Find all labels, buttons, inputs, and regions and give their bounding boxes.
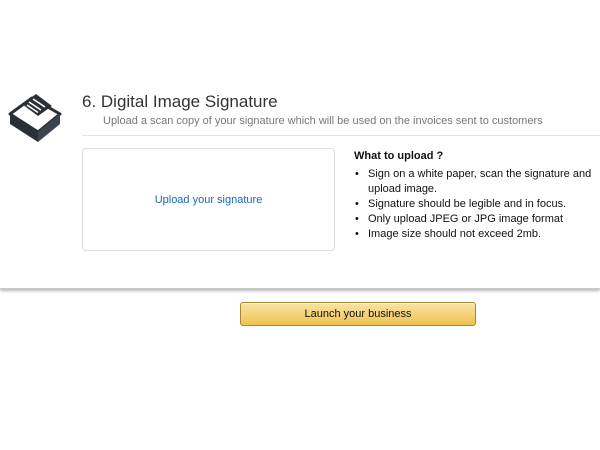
bullet-icon: • — [355, 228, 359, 240]
list-item: • Only upload JPEG or JPG image format — [355, 213, 564, 225]
launch-business-button[interactable]: Launch your business — [240, 302, 476, 326]
signature-upload-dropzone[interactable]: Upload your signature — [82, 148, 335, 251]
bullet-icon: • — [355, 213, 359, 225]
bullet-icon: • — [355, 168, 359, 180]
signature-scanner-icon — [8, 94, 62, 142]
list-item: • Signature should be legible and in focu… — [355, 198, 567, 210]
list-item: • Image size should not exceed 2mb. — [355, 228, 542, 240]
instructions-list: • Sign on a white paper, scan the signatu… — [354, 167, 600, 242]
instructions-title: What to upload ? — [354, 150, 444, 162]
section-divider — [82, 135, 600, 136]
signature-section-panel: 6. Digital Image Signature Upload a scan… — [0, 0, 600, 289]
section-subtitle: Upload a scan copy of your signature whi… — [103, 115, 543, 127]
bullet-icon: • — [355, 198, 359, 210]
section-title: 6. Digital Image Signature — [82, 92, 278, 111]
list-item: • Sign on a white paper, scan the signatu… — [355, 168, 592, 195]
upload-signature-link[interactable]: Upload your signature — [155, 194, 263, 206]
upload-instructions: What to upload ? • Sign on a white paper,… — [354, 150, 600, 242]
